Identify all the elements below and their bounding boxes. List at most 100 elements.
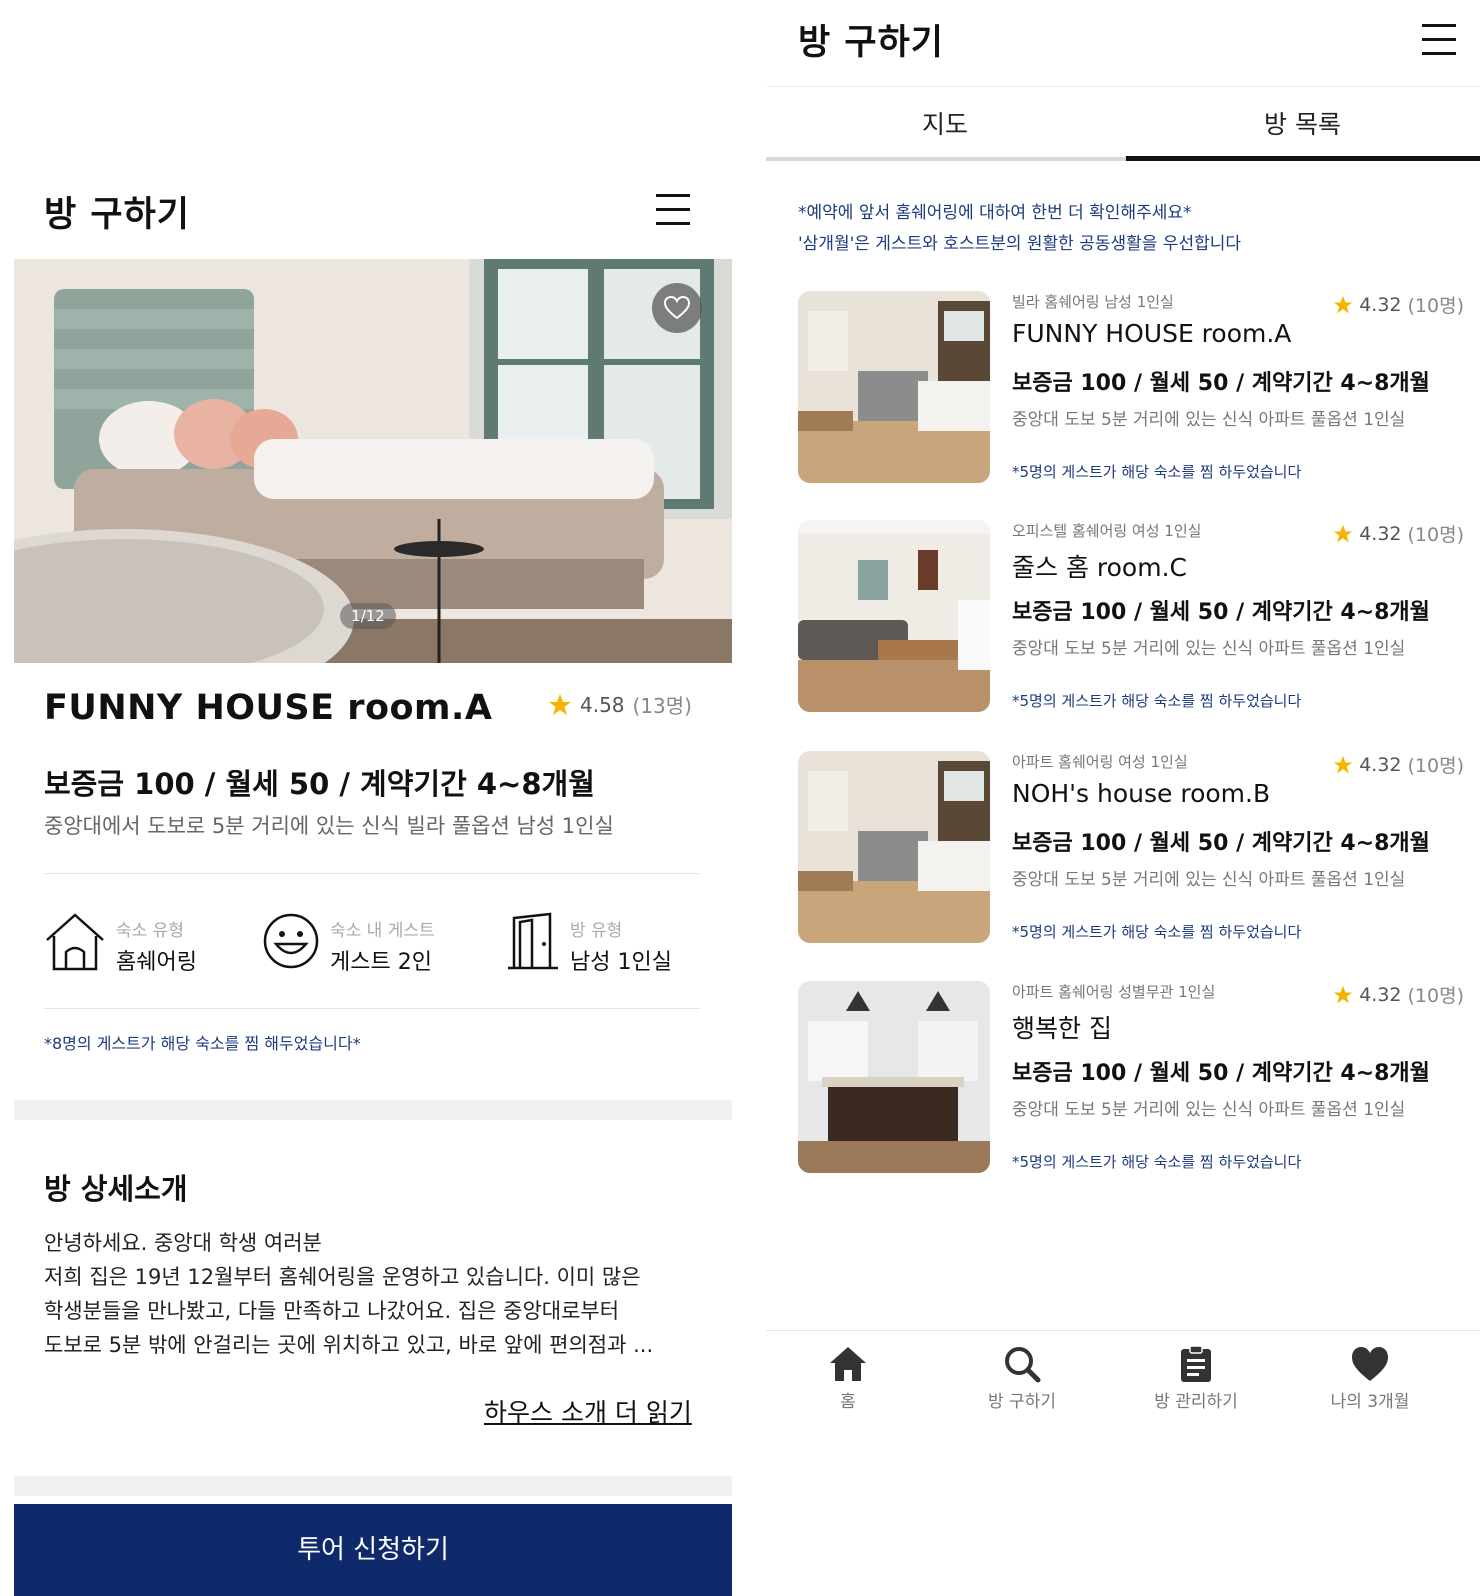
intro-line: 안녕하세요. 중앙대 학생 여러분 — [44, 1231, 322, 1255]
nav-home[interactable]: 홈 — [778, 1345, 918, 1412]
room-description: 중앙대에서 도보로 5분 거리에 있는 신식 빌라 풀옵션 남성 1인실 — [44, 814, 614, 838]
intro-line: 저희 집은 19년 12월부터 홈쉐어링을 운영하고 있습니다. 이미 많은 — [44, 1265, 641, 1289]
feature-value: 홈쉐어링 — [116, 950, 197, 975]
room-intro-text: 안녕하세요. 중앙대 학생 여러분 저희 집은 19년 12월부터 홈쉐어링을 … — [44, 1226, 694, 1362]
star-icon — [549, 693, 571, 715]
room-type: 빌라 홈쉐어링 남성 1인실 — [1012, 293, 1174, 311]
view-tabs: 지도 방 목록 — [766, 86, 1480, 160]
kitchen-island-photo — [798, 981, 990, 1173]
nav-search-room[interactable]: 방 구하기 — [952, 1345, 1092, 1412]
room-thumbnail — [798, 751, 990, 943]
menu-icon[interactable] — [656, 194, 690, 225]
room-description: 중앙대 도보 5분 거리에 있는 신식 아파트 풀옵션 1인실 — [1012, 1100, 1406, 1120]
room-photo-carousel[interactable]: 1/12 — [14, 259, 732, 663]
room-price: 보증금 100 / 월세 50 / 계약기간 4~8개월 — [44, 767, 595, 801]
door-icon — [508, 912, 558, 970]
room-price: 보증금 100 / 월세 50 / 계약기간 4~8개월 — [1012, 1061, 1430, 1086]
home-icon — [830, 1347, 866, 1381]
room-thumbnail — [798, 520, 990, 712]
room-price: 보증금 100 / 월세 50 / 계약기간 4~8개월 — [1012, 600, 1430, 625]
star-icon — [1334, 985, 1353, 1003]
booking-notice: *예약에 앞서 홈쉐어링에 대하여 한번 더 확인해주세요* '삼개월'은 게스… — [798, 198, 1241, 260]
room-thumbnail — [798, 981, 990, 1173]
room-name: 줄스 홈 room.C — [1012, 553, 1187, 582]
room-description: 중앙대 도보 5분 거리에 있는 신식 아파트 풀옵션 1인실 — [1012, 870, 1406, 890]
room-card[interactable]: 오피스텔 홈쉐어링 여성 1인실 4.32 (10명) 줄스 홈 room.C … — [798, 520, 1464, 714]
section-title: 방 상세소개 — [44, 1172, 188, 1206]
rating-count: (10명) — [1407, 755, 1464, 777]
feature-guests: 숙소 내 게스트 게스트 2인 — [262, 912, 462, 975]
room-description: 중앙대 도보 5분 거리에 있는 신식 아파트 풀옵션 1인실 — [1012, 639, 1406, 659]
wishlist-note: *5명의 게스트가 해당 숙소를 찜 하두었습니다 — [1012, 692, 1302, 710]
notice-line: *예약에 앞서 홈쉐어링에 대하여 한번 더 확인해주세요* — [798, 203, 1192, 223]
wishlist-note: *5명의 게스트가 해당 숙소를 찜 하두었습니다 — [1012, 463, 1302, 481]
tour-request-button[interactable]: 투어 신청하기 — [14, 1504, 732, 1596]
bottom-navigation: 홈 방 구하기 방 관리하기 나의 3개월 — [766, 1330, 1480, 1430]
divider — [44, 873, 700, 874]
read-more-link[interactable]: 하우스 소개 더 읽기 — [484, 1393, 692, 1429]
room-name: FUNNY HOUSE room.A — [44, 688, 493, 728]
room-name: NOH's house room.B — [1012, 779, 1271, 808]
feature-label: 숙소 유형 — [116, 921, 184, 941]
rating-count: (13명) — [632, 694, 692, 718]
smiley-icon — [263, 913, 319, 969]
section-separator — [14, 1476, 732, 1496]
room-thumbnail — [798, 291, 990, 483]
feature-value: 게스트 2인 — [330, 950, 432, 975]
room-type: 오피스텔 홈쉐어링 여성 1인실 — [1012, 522, 1202, 540]
intro-line: 도보로 5분 밖에 안걸리는 곳에 위치하고 있고, 바로 앞에 편의점과 ..… — [44, 1333, 654, 1357]
tab-map[interactable]: 지도 — [922, 105, 968, 141]
wishlist-note: *5명의 게스트가 해당 숙소를 찜 하두었습니다 — [1012, 923, 1302, 941]
heart-outline-icon — [664, 296, 690, 320]
room-rating: 4.58 (13명) — [548, 690, 692, 719]
room-card[interactable]: 빌라 홈쉐어링 남성 1인실 4.32 (10명) FUNNY HOUSE ro… — [798, 291, 1464, 485]
room-card[interactable]: 아파트 홈쉐어링 성별무관 1인실 4.32 (10명) 행복한 집 보증금 1… — [798, 981, 1464, 1175]
room-price: 보증금 100 / 월세 50 / 계약기간 4~8개월 — [1012, 371, 1430, 396]
room-rating: 4.32 (10명) — [1333, 291, 1464, 318]
feature-value: 남성 1인실 — [570, 950, 672, 975]
kitchen-photo — [798, 751, 990, 943]
room-name: FUNNY HOUSE room.A — [1012, 319, 1292, 348]
section-separator — [14, 1100, 732, 1120]
menu-icon[interactable] — [1422, 24, 1456, 55]
intro-line: 학생분들을 만나봤고, 다들 만족하고 나갔어요. 집은 중앙대로부터 — [44, 1299, 620, 1323]
room-rating: 4.32 (10명) — [1333, 751, 1464, 778]
heart-icon — [1352, 1347, 1388, 1381]
nav-label: 나의 3개월 — [1330, 1392, 1410, 1412]
nav-my-3months[interactable]: 나의 3개월 — [1300, 1345, 1440, 1412]
divider — [44, 1008, 700, 1009]
nav-manage-room[interactable]: 방 관리하기 — [1126, 1345, 1266, 1412]
star-icon — [1334, 295, 1353, 313]
search-icon — [1005, 1347, 1041, 1383]
rating-value: 4.32 — [1359, 983, 1402, 1006]
feature-label: 숙소 내 게스트 — [330, 921, 435, 941]
room-detail-screen: 방 구하기 1/12 FUNNY HOUSE room.A 4.58 (13명)… — [0, 0, 740, 1596]
room-card[interactable]: 아파트 홈쉐어링 여성 1인실 4.32 (10명) NOH's house r… — [798, 751, 1464, 945]
feature-room-type: 숙소 유형 홈쉐어링 — [44, 912, 244, 975]
room-price: 보증금 100 / 월세 50 / 계약기간 4~8개월 — [1012, 831, 1430, 856]
clipboard-icon — [1181, 1345, 1211, 1382]
rating-value: 4.32 — [1359, 753, 1402, 776]
nav-label: 홈 — [840, 1392, 856, 1412]
star-icon — [1334, 755, 1353, 773]
room-type: 아파트 홈쉐어링 성별무관 1인실 — [1012, 983, 1216, 1001]
nav-label: 방 관리하기 — [1154, 1392, 1238, 1412]
detail-header: 방 구하기 — [44, 186, 704, 236]
feature-bed-type: 방 유형 남성 1인실 — [506, 912, 706, 975]
room-list-screen: 방 구하기 지도 방 목록 *예약에 앞서 홈쉐어링에 대하여 한번 더 확인해… — [766, 0, 1480, 1596]
room-name: 행복한 집 — [1012, 1014, 1112, 1043]
feature-label: 방 유형 — [570, 921, 623, 941]
rating-value: 4.32 — [1359, 522, 1402, 545]
wishlist-note: *5명의 게스트가 해당 숙소를 찜 하두었습니다 — [1012, 1153, 1302, 1171]
page-title: 방 구하기 — [798, 23, 944, 63]
tab-underline-active — [1126, 156, 1480, 161]
house-icon — [46, 913, 104, 971]
rating-count: (10명) — [1407, 295, 1464, 317]
wishlist-button[interactable] — [652, 283, 702, 333]
rating-count: (10명) — [1407, 985, 1464, 1007]
room-rating: 4.32 (10명) — [1333, 981, 1464, 1008]
kitchen-photo — [798, 291, 990, 483]
tab-room-list[interactable]: 방 목록 — [1264, 105, 1341, 141]
living-room-photo — [798, 520, 990, 712]
room-description: 중앙대 도보 5분 거리에 있는 신식 아파트 풀옵션 1인실 — [1012, 410, 1406, 430]
